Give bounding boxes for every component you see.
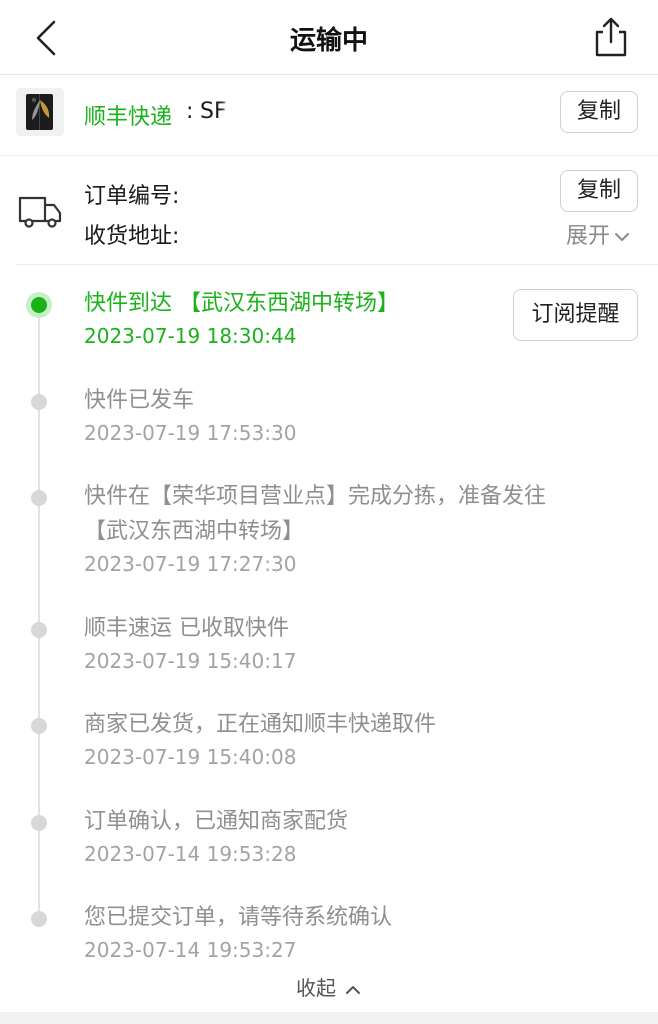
bottom-separator [0,1012,658,1024]
copy-tracking-button[interactable]: 复制 [560,91,638,133]
tracking-number[interactable]: SF [200,99,227,124]
share-icon[interactable] [590,16,632,58]
nav-bar: 运输中 [0,0,658,75]
collapse-label: 收起 [296,976,336,1000]
timeline-dot [31,622,47,638]
event-text: 顺丰速运 已收取快件 [84,616,289,641]
event-text: 商家已发货，正在通知顺丰快递取件 [84,712,437,737]
event-text-continued: 【武汉东西湖中转场】 [84,519,305,544]
address-label: 收货地址: [84,224,180,249]
redaction-overlay [225,85,475,147]
timeline-dot-current [31,297,47,313]
event-time: 2023-07-19 15:40:08 [84,745,297,769]
event-text: 快件到达 【武汉东西湖中转场】 [84,291,399,316]
event-time: 2023-07-14 19:53:27 [84,938,297,962]
event-text: 订单确认，已通知商家配货 [84,809,349,834]
collapse-button[interactable]: 收起 [0,972,658,1001]
carrier-name: 顺丰快递 [84,105,173,130]
copy-order-button[interactable]: 复制 [560,170,638,212]
event-time: 2023-07-19 17:27:30 [84,552,297,576]
event-time: 2023-07-14 19:53:28 [84,842,297,866]
event-time: 2023-07-19 17:53:30 [84,421,297,445]
expand-address-button[interactable]: 展开 [566,218,630,250]
truck-icon [18,196,62,228]
event-text: 您已提交订单，请等待系统确认 [84,905,393,930]
timeline-dot [31,394,47,410]
timeline-dot [31,490,47,506]
chevron-down-icon [615,233,630,241]
page-title: 运输中 [289,26,368,56]
order-number-label: 订单编号: [84,184,180,209]
event-time: 2023-07-19 18:30:44 [84,324,297,348]
redaction-overlay [190,172,530,258]
event-time: 2023-07-19 15:40:17 [84,649,297,673]
timeline-dot [31,815,47,831]
subscribe-reminder-button[interactable]: 订阅提醒 [513,289,638,341]
chevron-up-icon [346,985,360,994]
event-text: 快件在【荣华项目营业点】完成分拣，准备发往 [84,484,547,509]
event-text: 快件已发车 [84,388,195,413]
timeline-dot [31,911,47,927]
tracking-separator: : [186,99,194,124]
expand-label: 展开 [566,224,611,249]
timeline-dot [31,718,47,734]
section-divider [16,264,658,265]
express-info-row: 顺丰快递 : SF 复制 [0,75,658,156]
phone-thumbnail [16,88,64,136]
